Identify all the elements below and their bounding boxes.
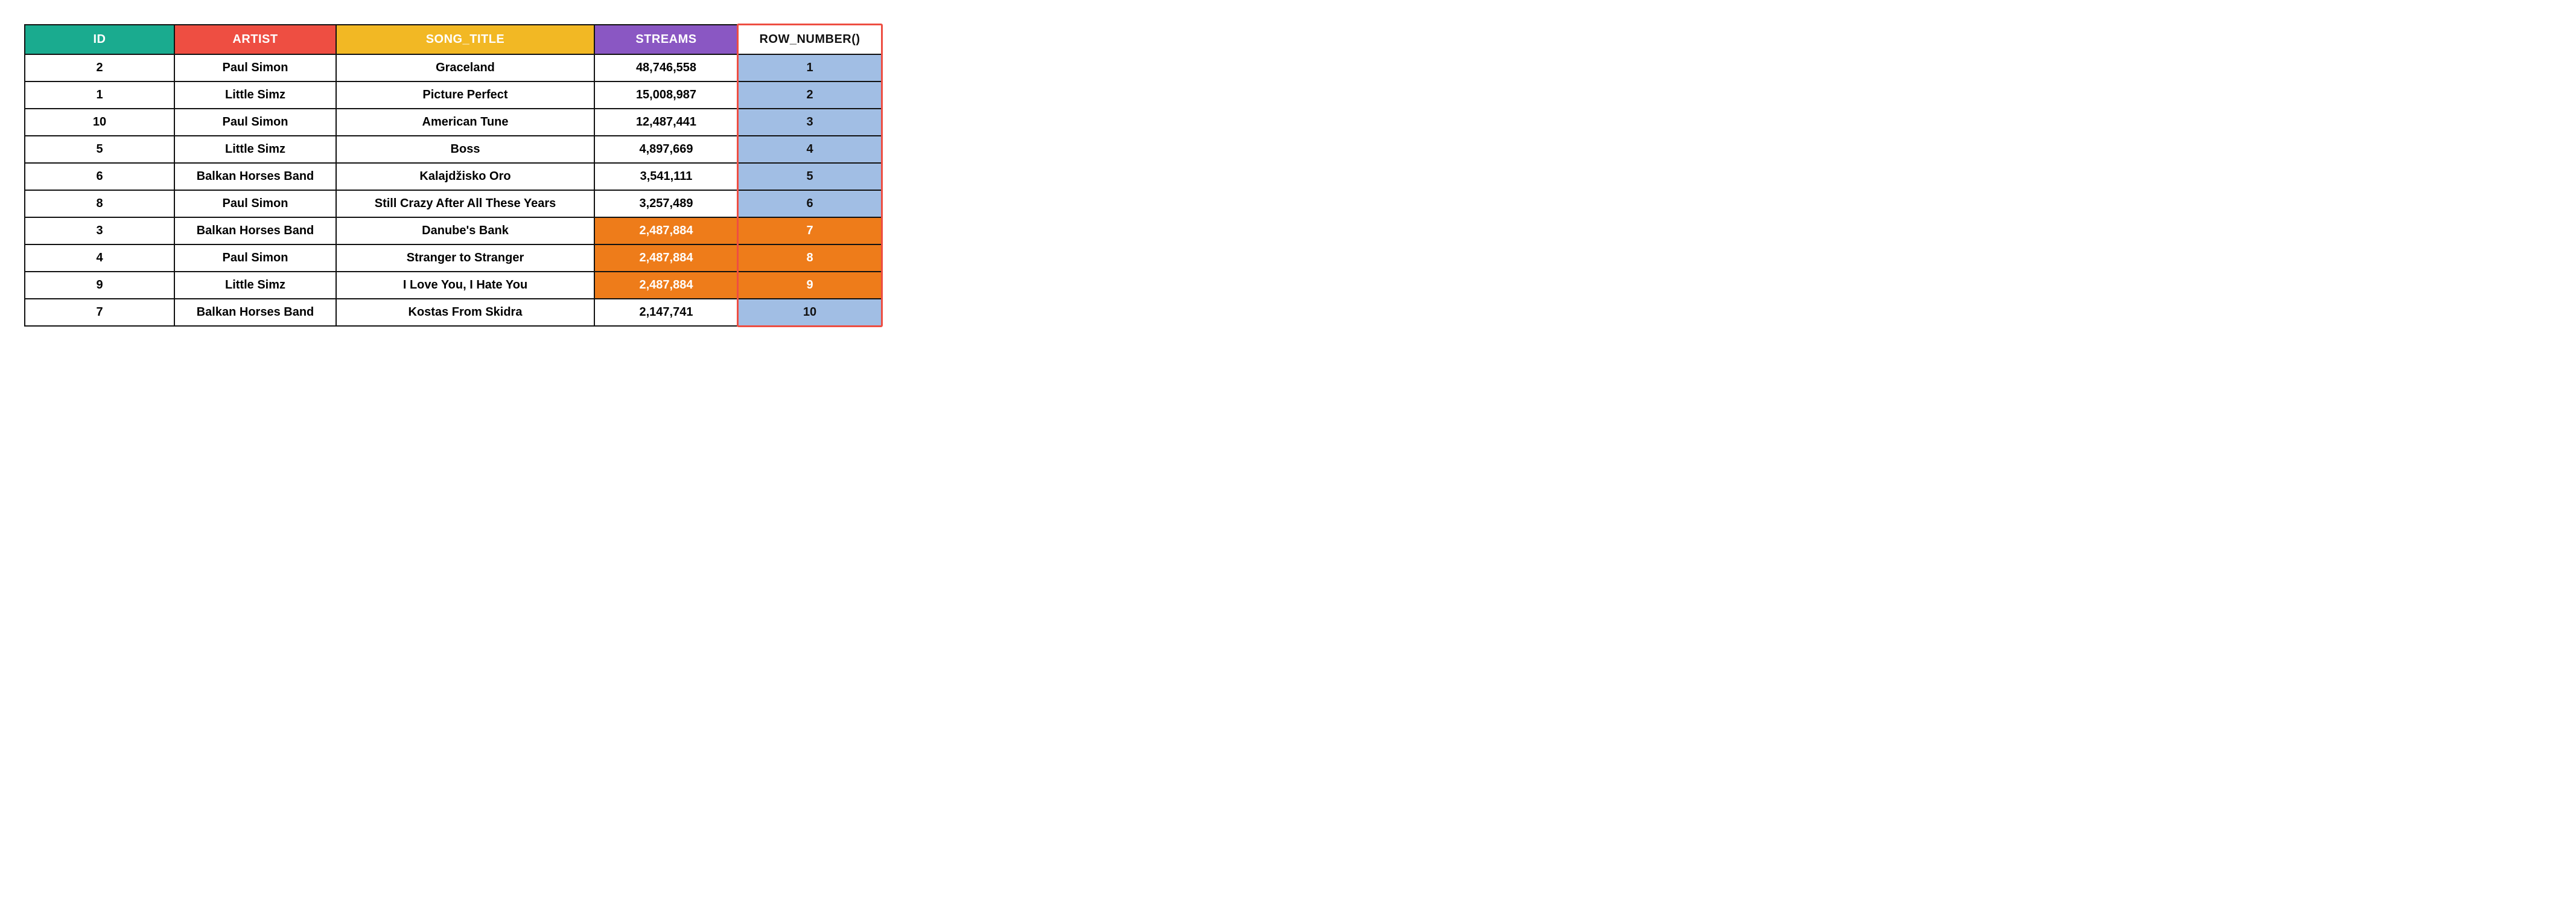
cell-id: 3: [25, 217, 174, 244]
header-rownum: ROW_NUMBER(): [738, 25, 882, 54]
cell-artist: Balkan Horses Band: [174, 217, 336, 244]
table-row: 2Paul SimonGraceland48,746,5581: [25, 54, 882, 81]
cell-id: 6: [25, 163, 174, 190]
cell-id: 4: [25, 244, 174, 272]
cell-streams: 2,487,884: [594, 272, 738, 299]
cell-streams: 15,008,987: [594, 81, 738, 109]
cell-artist: Balkan Horses Band: [174, 163, 336, 190]
cell-rownum: 8: [738, 244, 882, 272]
cell-rownum: 4: [738, 136, 882, 163]
cell-title: I Love You, I Hate You: [336, 272, 594, 299]
cell-artist: Paul Simon: [174, 190, 336, 217]
cell-streams: 4,897,669: [594, 136, 738, 163]
cell-artist: Little Simz: [174, 136, 336, 163]
table-row: 8Paul SimonStill Crazy After All These Y…: [25, 190, 882, 217]
cell-title: Boss: [336, 136, 594, 163]
header-row: ID ARTIST SONG_TITLE STREAMS ROW_NUMBER(…: [25, 25, 882, 54]
cell-artist: Paul Simon: [174, 244, 336, 272]
cell-title: Kalajdžisko Oro: [336, 163, 594, 190]
table-body: 2Paul SimonGraceland48,746,55811Little S…: [25, 54, 882, 326]
cell-title: Graceland: [336, 54, 594, 81]
cell-artist: Paul Simon: [174, 109, 336, 136]
cell-streams: 2,487,884: [594, 244, 738, 272]
cell-title: Stranger to Stranger: [336, 244, 594, 272]
table-container: ID ARTIST SONG_TITLE STREAMS ROW_NUMBER(…: [24, 24, 882, 327]
cell-streams: 2,147,741: [594, 299, 738, 326]
cell-artist: Little Simz: [174, 272, 336, 299]
cell-streams: 3,257,489: [594, 190, 738, 217]
cell-title: Danube's Bank: [336, 217, 594, 244]
cell-rownum: 6: [738, 190, 882, 217]
cell-artist: Paul Simon: [174, 54, 336, 81]
data-table: ID ARTIST SONG_TITLE STREAMS ROW_NUMBER(…: [24, 24, 882, 327]
cell-rownum: 9: [738, 272, 882, 299]
cell-streams: 12,487,441: [594, 109, 738, 136]
header-id: ID: [25, 25, 174, 54]
table-row: 7Balkan Horses BandKostas From Skidra2,1…: [25, 299, 882, 326]
table-row: 3Balkan Horses BandDanube's Bank2,487,88…: [25, 217, 882, 244]
cell-rownum: 7: [738, 217, 882, 244]
table-row: 10Paul SimonAmerican Tune12,487,4413: [25, 109, 882, 136]
cell-id: 9: [25, 272, 174, 299]
cell-rownum: 1: [738, 54, 882, 81]
table-row: 5Little SimzBoss4,897,6694: [25, 136, 882, 163]
cell-id: 8: [25, 190, 174, 217]
cell-artist: Little Simz: [174, 81, 336, 109]
cell-streams: 3,541,111: [594, 163, 738, 190]
table-row: 1Little SimzPicture Perfect15,008,9872: [25, 81, 882, 109]
cell-streams: 2,487,884: [594, 217, 738, 244]
cell-rownum: 5: [738, 163, 882, 190]
table-row: 4Paul SimonStranger to Stranger2,487,884…: [25, 244, 882, 272]
cell-id: 10: [25, 109, 174, 136]
cell-rownum: 10: [738, 299, 882, 326]
cell-streams: 48,746,558: [594, 54, 738, 81]
cell-title: Still Crazy After All These Years: [336, 190, 594, 217]
header-artist: ARTIST: [174, 25, 336, 54]
cell-title: American Tune: [336, 109, 594, 136]
cell-title: Picture Perfect: [336, 81, 594, 109]
cell-title: Kostas From Skidra: [336, 299, 594, 326]
cell-id: 1: [25, 81, 174, 109]
table-row: 6Balkan Horses BandKalajdžisko Oro3,541,…: [25, 163, 882, 190]
cell-id: 2: [25, 54, 174, 81]
cell-id: 7: [25, 299, 174, 326]
cell-id: 5: [25, 136, 174, 163]
cell-artist: Balkan Horses Band: [174, 299, 336, 326]
header-title: SONG_TITLE: [336, 25, 594, 54]
cell-rownum: 3: [738, 109, 882, 136]
table-row: 9Little SimzI Love You, I Hate You2,487,…: [25, 272, 882, 299]
cell-rownum: 2: [738, 81, 882, 109]
header-streams: STREAMS: [594, 25, 738, 54]
